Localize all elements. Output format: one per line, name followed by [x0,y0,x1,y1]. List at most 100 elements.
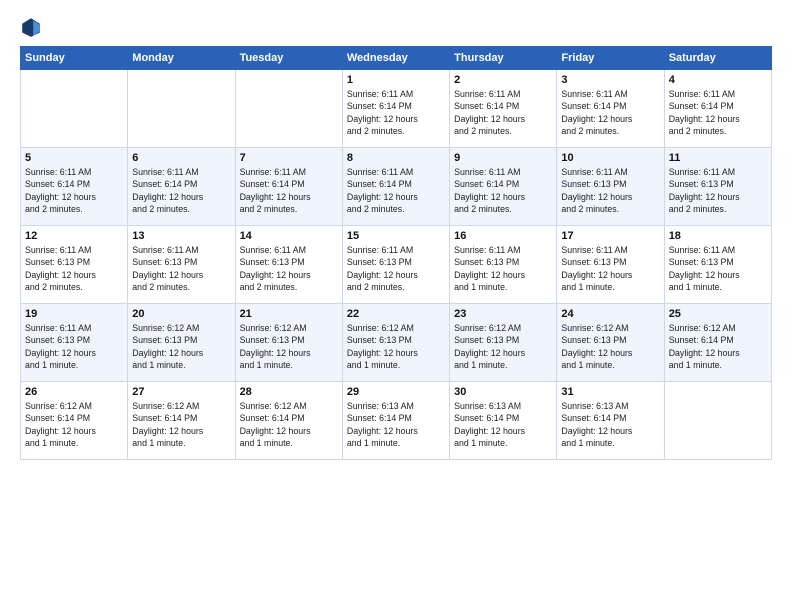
day-info: Sunrise: 6:11 AM Sunset: 6:14 PM Dayligh… [25,166,123,215]
calendar-week-row: 1 Sunrise: 6:11 AM Sunset: 6:14 PM Daylig… [21,70,772,148]
day-info: Sunrise: 6:11 AM Sunset: 6:13 PM Dayligh… [240,244,338,293]
day-number: 28 [240,386,338,398]
day-number: 5 [25,152,123,164]
logo [20,16,46,38]
calendar-week-row: 5 Sunrise: 6:11 AM Sunset: 6:14 PM Daylig… [21,148,772,226]
calendar-cell: 16 Sunrise: 6:11 AM Sunset: 6:13 PM Dayli… [450,226,557,304]
calendar-table: SundayMondayTuesdayWednesdayThursdayFrid… [20,46,772,460]
calendar-cell: 29 Sunrise: 6:13 AM Sunset: 6:14 PM Dayli… [342,382,449,460]
header-row: SundayMondayTuesdayWednesdayThursdayFrid… [21,47,772,70]
day-number: 16 [454,230,552,242]
day-number: 1 [347,74,445,86]
day-number: 20 [132,308,230,320]
day-info: Sunrise: 6:11 AM Sunset: 6:14 PM Dayligh… [347,88,445,137]
day-info: Sunrise: 6:11 AM Sunset: 6:13 PM Dayligh… [561,166,659,215]
header-day: Sunday [21,47,128,70]
calendar-cell: 4 Sunrise: 6:11 AM Sunset: 6:14 PM Daylig… [664,70,771,148]
day-info: Sunrise: 6:11 AM Sunset: 6:13 PM Dayligh… [25,322,123,371]
day-number: 27 [132,386,230,398]
calendar-cell: 8Sunrise: 6:11 AM Sunset: 6:14 PM Daylig… [342,148,449,226]
day-info: Sunrise: 6:13 AM Sunset: 6:14 PM Dayligh… [454,400,552,449]
header-area [20,16,772,38]
calendar-cell: 24 Sunrise: 6:12 AM Sunset: 6:13 PM Dayli… [557,304,664,382]
day-info: Sunrise: 6:13 AM Sunset: 6:14 PM Dayligh… [347,400,445,449]
header-day: Saturday [664,47,771,70]
page: SundayMondayTuesdayWednesdayThursdayFrid… [0,0,792,612]
day-number: 8 [347,152,445,164]
day-number: 21 [240,308,338,320]
day-info: Sunrise: 6:11 AM Sunset: 6:14 PM Dayligh… [240,166,338,215]
calendar-cell: 5 Sunrise: 6:11 AM Sunset: 6:14 PM Daylig… [21,148,128,226]
day-info: Sunrise: 6:11 AM Sunset: 6:13 PM Dayligh… [25,244,123,293]
calendar-cell: 23 Sunrise: 6:12 AM Sunset: 6:13 PM Dayli… [450,304,557,382]
day-info: Sunrise: 6:12 AM Sunset: 6:13 PM Dayligh… [240,322,338,371]
day-number: 4 [669,74,767,86]
header-day: Monday [128,47,235,70]
day-info: Sunrise: 6:11 AM Sunset: 6:13 PM Dayligh… [454,244,552,293]
day-number: 17 [561,230,659,242]
day-number: 26 [25,386,123,398]
logo-icon [20,16,42,38]
calendar-cell: 20 Sunrise: 6:12 AM Sunset: 6:13 PM Dayli… [128,304,235,382]
day-info: Sunrise: 6:11 AM Sunset: 6:14 PM Dayligh… [454,88,552,137]
calendar-cell: 2 Sunrise: 6:11 AM Sunset: 6:14 PM Daylig… [450,70,557,148]
calendar-cell: 17 Sunrise: 6:11 AM Sunset: 6:13 PM Dayli… [557,226,664,304]
day-info: Sunrise: 6:12 AM Sunset: 6:13 PM Dayligh… [454,322,552,371]
calendar-cell: 19 Sunrise: 6:11 AM Sunset: 6:13 PM Dayli… [21,304,128,382]
calendar-cell: 15 Sunrise: 6:11 AM Sunset: 6:13 PM Dayli… [342,226,449,304]
day-number: 19 [25,308,123,320]
calendar-cell: 30 Sunrise: 6:13 AM Sunset: 6:14 PM Dayli… [450,382,557,460]
day-info: Sunrise: 6:11 AM Sunset: 6:13 PM Dayligh… [347,244,445,293]
day-info: Sunrise: 6:11 AM Sunset: 6:13 PM Dayligh… [132,244,230,293]
day-info: Sunrise: 6:11 AM Sunset: 6:13 PM Dayligh… [561,244,659,293]
calendar-cell: 12Sunrise: 6:11 AM Sunset: 6:13 PM Dayli… [21,226,128,304]
calendar-cell: 28 Sunrise: 6:12 AM Sunset: 6:14 PM Dayli… [235,382,342,460]
calendar-cell: 21 Sunrise: 6:12 AM Sunset: 6:13 PM Dayli… [235,304,342,382]
calendar-cell: 6 Sunrise: 6:11 AM Sunset: 6:14 PM Daylig… [128,148,235,226]
day-info: Sunrise: 6:12 AM Sunset: 6:14 PM Dayligh… [669,322,767,371]
day-info: Sunrise: 6:12 AM Sunset: 6:13 PM Dayligh… [561,322,659,371]
calendar-cell: 14 Sunrise: 6:11 AM Sunset: 6:13 PM Dayli… [235,226,342,304]
calendar-cell: 31Sunrise: 6:13 AM Sunset: 6:14 PM Dayli… [557,382,664,460]
day-info: Sunrise: 6:12 AM Sunset: 6:13 PM Dayligh… [132,322,230,371]
header-day: Wednesday [342,47,449,70]
calendar-cell [235,70,342,148]
calendar-week-row: 26 Sunrise: 6:12 AM Sunset: 6:14 PM Dayli… [21,382,772,460]
calendar-cell: 25 Sunrise: 6:12 AM Sunset: 6:14 PM Dayli… [664,304,771,382]
day-number: 29 [347,386,445,398]
day-number: 31 [561,386,659,398]
day-info: Sunrise: 6:11 AM Sunset: 6:14 PM Dayligh… [561,88,659,137]
day-info: Sunrise: 6:11 AM Sunset: 6:13 PM Dayligh… [669,244,767,293]
day-info: Sunrise: 6:11 AM Sunset: 6:14 PM Dayligh… [454,166,552,215]
day-number: 3 [561,74,659,86]
day-info: Sunrise: 6:12 AM Sunset: 6:14 PM Dayligh… [240,400,338,449]
day-number: 25 [669,308,767,320]
calendar-cell: 22Sunrise: 6:12 AM Sunset: 6:13 PM Dayli… [342,304,449,382]
day-number: 15 [347,230,445,242]
day-number: 6 [132,152,230,164]
day-info: Sunrise: 6:11 AM Sunset: 6:14 PM Dayligh… [669,88,767,137]
day-number: 14 [240,230,338,242]
day-info: Sunrise: 6:12 AM Sunset: 6:14 PM Dayligh… [25,400,123,449]
calendar-cell [21,70,128,148]
calendar-cell [128,70,235,148]
day-info: Sunrise: 6:12 AM Sunset: 6:14 PM Dayligh… [132,400,230,449]
day-number: 11 [669,152,767,164]
header-day: Thursday [450,47,557,70]
day-number: 2 [454,74,552,86]
day-info: Sunrise: 6:11 AM Sunset: 6:14 PM Dayligh… [132,166,230,215]
calendar-cell: 13Sunrise: 6:11 AM Sunset: 6:13 PM Dayli… [128,226,235,304]
calendar-week-row: 19 Sunrise: 6:11 AM Sunset: 6:13 PM Dayli… [21,304,772,382]
day-number: 10 [561,152,659,164]
calendar-cell: 11Sunrise: 6:11 AM Sunset: 6:13 PM Dayli… [664,148,771,226]
calendar-cell [664,382,771,460]
header-day: Tuesday [235,47,342,70]
day-number: 7 [240,152,338,164]
calendar-cell: 26 Sunrise: 6:12 AM Sunset: 6:14 PM Dayli… [21,382,128,460]
calendar-cell: 7 Sunrise: 6:11 AM Sunset: 6:14 PM Daylig… [235,148,342,226]
day-number: 9 [454,152,552,164]
day-number: 23 [454,308,552,320]
day-number: 22 [347,308,445,320]
day-number: 24 [561,308,659,320]
day-number: 30 [454,386,552,398]
